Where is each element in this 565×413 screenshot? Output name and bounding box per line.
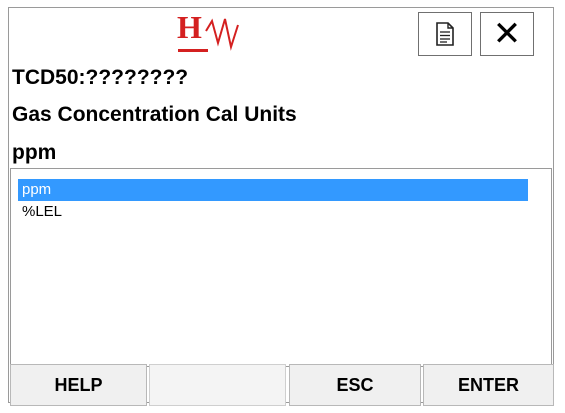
current-value: ppm	[12, 141, 57, 164]
enter-button[interactable]: ENTER	[423, 364, 554, 406]
brand-logo: H	[177, 9, 267, 57]
close-icon: ✕	[492, 14, 522, 54]
option-percent-lel[interactable]: %LEL	[18, 201, 528, 223]
options-listbox[interactable]: ppm %LEL	[10, 168, 552, 367]
device-id: TCD50:????????	[12, 66, 189, 89]
parameter-title: Gas Concentration Cal Units	[12, 103, 297, 126]
document-button[interactable]	[418, 12, 472, 56]
logo-wave-icon	[205, 18, 239, 51]
logo-letter: H	[177, 9, 202, 45]
esc-button[interactable]: ESC	[289, 364, 421, 406]
close-button[interactable]: ✕	[480, 12, 534, 56]
document-icon	[436, 22, 454, 46]
option-ppm[interactable]: ppm	[18, 179, 528, 201]
blank-softkey[interactable]	[149, 364, 286, 406]
logo-underline	[178, 49, 208, 52]
help-button[interactable]: HELP	[10, 364, 147, 406]
